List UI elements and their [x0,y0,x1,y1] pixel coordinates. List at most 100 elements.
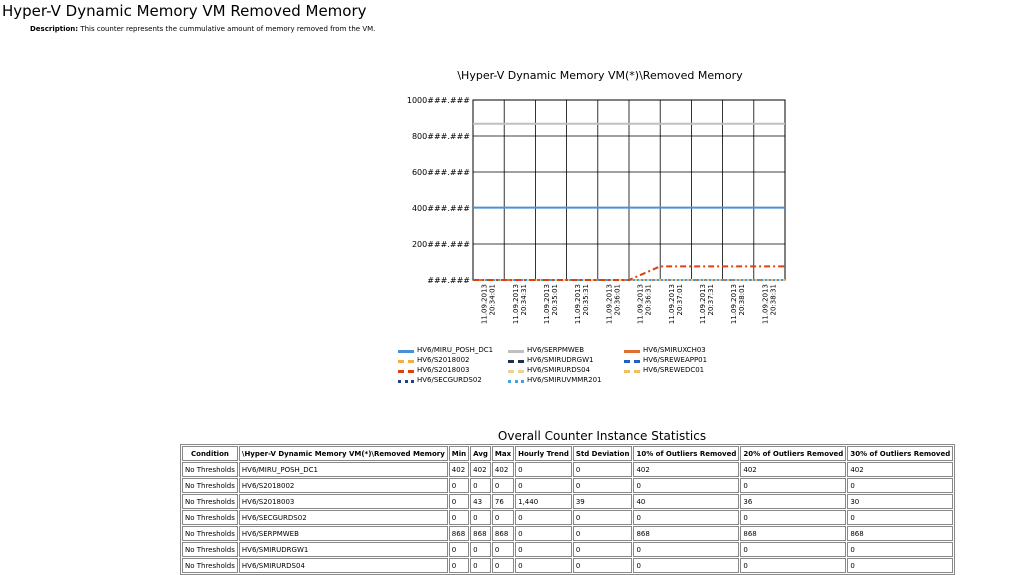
table-cell: 0 [491,542,515,557]
x-tick-text: 20:36:01 [613,284,621,315]
table-cell: 36 [740,494,847,509]
x-tick-text: 11.09.2013 [574,284,582,324]
legend-swatch [398,350,414,353]
page-title: Hyper-V Dynamic Memory VM Removed Memory [2,2,367,20]
x-tick-label: 11.09.2013 20:35:31 [574,284,590,324]
description-label: Description: [30,25,79,33]
x-tick-text: 20:35:01 [551,284,559,315]
stats-header-cell: Std Deviation [572,446,633,461]
stats-header-row: Condition \Hyper-V Dynamic Memory VM(*)\R… [182,446,954,461]
x-tick-text: 20:38:01 [738,284,746,315]
chart-title: \Hyper-V Dynamic Memory VM(*)\Removed Me… [457,69,743,82]
table-row: No Thresholds HV6/S2018003 0 43 76 1,440 39 40 3… [182,494,954,509]
x-tick-text: 11.09.2013 [761,284,769,324]
y-tick-label: 600###.### [412,168,470,177]
table-cell: 0 [470,510,491,525]
x-tick-text: 11.09.2013 [637,284,645,324]
x-tick-text: 11.09.2013 [543,284,551,324]
table-cell: 0 [515,526,572,541]
table-cell: 0 [572,542,633,557]
legend-swatch [398,380,414,383]
table-cell: 0 [847,542,954,557]
table-cell: 0 [572,462,633,477]
table-cell: 402 [847,462,954,477]
table-cell: HV6/SMIRUDRGW1 [238,542,448,557]
legend-label: HV6/S2018003 [417,366,470,374]
description: Description: This counter represents the… [30,25,375,33]
stats-header-cell: 30% of Outliers Removed [847,446,954,461]
table-row: No Thresholds HV6/SERPMWEB 868 868 868 0 0 868 8… [182,526,954,541]
table-cell: No Thresholds [182,478,238,493]
stats-table: Condition \Hyper-V Dynamic Memory VM(*)\R… [180,444,956,575]
table-cell: 0 [491,510,515,525]
legend-label: HV6/S2018002 [417,356,470,364]
table-cell: HV6/S2018003 [238,494,448,509]
legend-swatch [508,380,524,383]
table-cell: HV6/SECGURDS02 [238,510,448,525]
x-tick-text: 20:35:31 [582,284,590,315]
table-cell: 868 [448,526,470,541]
legend-swatch [508,350,524,353]
legend-label: HV6/SMIRURDS04 [527,366,591,374]
x-tick-label: 11.09.2013 20:36:31 [637,284,653,324]
x-tick-label: 11.09.2013 20:37:01 [668,284,684,324]
legend-swatch [624,350,640,353]
x-tick-text: 11.09.2013 [512,284,520,324]
table-cell: 402 [491,462,515,477]
table-cell: 402 [470,462,491,477]
table-cell: No Thresholds [182,526,238,541]
table-cell: 868 [491,526,515,541]
legend-label: HV6/SREWEAPP01 [643,356,708,364]
table-cell: 0 [633,478,740,493]
table-cell: 43 [470,494,491,509]
table-cell: No Thresholds [182,542,238,557]
table-cell: 0 [847,478,954,493]
x-tick-text: 20:34:01 [489,284,497,315]
x-tick-text: 11.09.2013 [699,284,707,324]
x-tick-text: 11.09.2013 [605,284,613,324]
table-cell: 0 [740,542,847,557]
stats-body: No Thresholds HV6/MIRU_POSH_DC1 402 402 402 0… [182,462,954,573]
legend-swatch [398,360,414,363]
description-text: This counter represents the cummulative … [80,25,376,33]
x-tick-text: 11.09.2013 [668,284,676,324]
table-cell: 0 [572,478,633,493]
table-cell: No Thresholds [182,462,238,477]
legend-label: HV6/SMIRUXCH03 [643,346,706,354]
x-tick-text: 11.09.2013 [730,284,738,324]
table-cell: 39 [572,494,633,509]
y-tick-label: 400###.### [412,204,470,213]
table-cell: HV6/S2018002 [238,478,448,493]
table-cell: 0 [470,478,491,493]
table-cell: 0 [515,478,572,493]
legend-label: HV6/MIRU_POSH_DC1 [417,346,494,354]
x-tick-label: 11.09.2013 20:35:01 [543,284,559,324]
table-cell: 0 [491,478,515,493]
table-cell: 1,440 [515,494,572,509]
table-cell: 0 [740,510,847,525]
x-tick-label: 11.09.2013 20:37:31 [699,284,715,324]
x-tick-label: 11.09.2013 20:36:01 [605,284,621,324]
table-cell: 0 [515,462,572,477]
legend-label: HV6/SERPMWEB [527,346,585,354]
x-tick-label: 11.09.2013 20:34:01 [481,284,497,324]
table-cell: 402 [633,462,740,477]
y-tick-label: ###.### [427,276,470,285]
table-cell: 868 [470,526,491,541]
stats-header-cell: Avg [470,446,491,461]
stats-header-cell: Hourly Trend [515,446,572,461]
table-row: No Thresholds HV6/MIRU_POSH_DC1 402 402 402 0… [182,462,954,477]
legend-label: HV6/SECGURDS02 [417,376,482,384]
y-tick-label: 800###.### [412,132,470,141]
table-cell: 0 [572,526,633,541]
x-tick-label: 11.09.2013 20:34:31 [512,284,528,324]
table-cell: No Thresholds [182,494,238,509]
table-row: No Thresholds HV6/SECGURDS02 0 0 0 0 0 0 0 0 [182,510,954,525]
table-cell: 0 [633,542,740,557]
table-cell: HV6/MIRU_POSH_DC1 [238,462,448,477]
table-cell: 868 [847,526,954,541]
y-tick-label: 1000###.### [407,96,470,105]
x-tick-text: 11.09.2013 [481,284,489,324]
stats-header-cell: Min [448,446,470,461]
table-cell: 0 [448,542,470,557]
